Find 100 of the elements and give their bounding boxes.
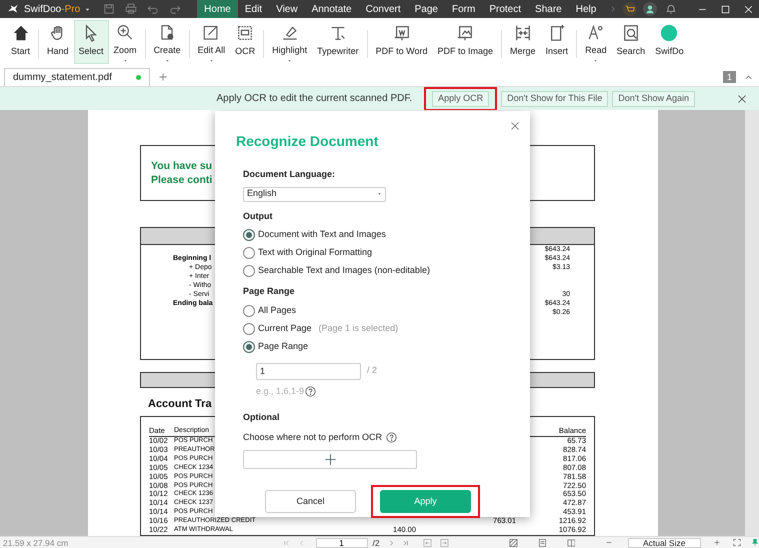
image-file-icon (456, 24, 474, 42)
option-label: Current Page (258, 322, 312, 335)
menu-tab[interactable]: Share (528, 0, 569, 18)
section-heading: Optional (243, 411, 280, 424)
ribbon-button[interactable]: Read (580, 20, 612, 64)
option-label: Text with Original Formatting (258, 246, 372, 260)
zoom-in-icon[interactable] (712, 538, 721, 547)
ribbon-button[interactable]: Hand (42, 20, 74, 64)
ribbon-button[interactable]: OCR (230, 20, 260, 64)
option-label: Searchable Text and Images (non-editable) (258, 264, 430, 278)
ribbon-button[interactable]: PDF to Image (432, 20, 498, 64)
menu-tab[interactable]: Annotate (304, 0, 359, 18)
radio-button[interactable] (243, 340, 255, 352)
ribbon-button[interactable]: Select (74, 20, 109, 64)
redo-icon[interactable] (169, 3, 182, 15)
page-total: / 2 (367, 364, 378, 378)
first-page-icon[interactable] (283, 538, 290, 546)
radio-button[interactable] (243, 265, 255, 277)
ribbon-button[interactable]: Insert (540, 20, 574, 64)
menu-tab[interactable]: Form (445, 0, 482, 18)
banner-button[interactable]: Apply OCR (432, 90, 490, 106)
dialog-title: Recognize Document (236, 132, 380, 151)
section-heading: Output (243, 210, 274, 223)
last-page-icon[interactable] (402, 538, 409, 546)
fit-screen-icon[interactable] (732, 538, 741, 547)
undo-icon[interactable] (147, 3, 160, 15)
help-icon[interactable] (386, 432, 398, 443)
document-tab[interactable]: dummy_statement.pdf (4, 68, 150, 86)
ribbon-button[interactable]: Edit All (192, 20, 230, 64)
plus-icon[interactable] (158, 72, 168, 82)
section-heading: Document Language: (243, 168, 336, 181)
page-size: 21.59 x 27.94 cm (3, 538, 68, 548)
cart-icon[interactable] (623, 2, 638, 16)
dialog-button[interactable]: Cancel (265, 490, 356, 513)
page-number-field[interactable]: 1 (316, 538, 368, 548)
text-tool-icon (328, 24, 347, 42)
banner-button[interactable]: Don't Show for This File (501, 90, 608, 106)
section-heading: Page Range (243, 285, 296, 298)
ribbon-button[interactable]: Merge (505, 20, 541, 64)
ocr-icon (236, 24, 254, 42)
forward-icon[interactable] (440, 538, 449, 548)
exclude-label: Choose where not to perform OCR (243, 430, 382, 444)
maximize-icon[interactable] (720, 4, 731, 14)
save-icon[interactable] (103, 3, 116, 15)
highlighter-icon (280, 24, 299, 41)
page-range-field[interactable]: 1 (256, 362, 361, 380)
banner-button[interactable]: Don't Show Again (612, 90, 695, 106)
radio-button[interactable] (243, 322, 255, 334)
pin-icon[interactable] (750, 538, 759, 547)
two-page-icon[interactable] (566, 538, 576, 548)
menu-tab[interactable]: Page (408, 0, 445, 18)
bell-icon[interactable] (665, 3, 678, 15)
close-icon[interactable] (737, 94, 747, 104)
zoom-dropdown[interactable]: Actual Size (628, 538, 701, 548)
plus-icon (324, 453, 336, 466)
ribbon-button[interactable]: Start (6, 20, 36, 64)
radio-button[interactable] (243, 229, 255, 241)
option-note: (Page 1 is selected) (318, 322, 398, 335)
edit-box-icon (202, 24, 220, 41)
notice-text: Please conti (151, 173, 212, 188)
range-hint: e.g., 1,6,1-9 (256, 384, 304, 398)
ribbon-button[interactable]: Highlight (267, 20, 312, 64)
next-page-icon[interactable] (388, 538, 395, 546)
option-label: Document with Text and Images (258, 228, 386, 242)
chevron-right-icon[interactable] (609, 4, 618, 14)
ribbon-button[interactable]: Search (612, 20, 650, 64)
ribbon-button[interactable]: Create (148, 20, 186, 64)
back-icon[interactable] (422, 538, 432, 548)
user-icon[interactable] (643, 2, 658, 16)
chevron-up-icon[interactable] (744, 73, 753, 82)
ribbon-button[interactable]: SwifDo (650, 20, 689, 64)
scrollbar[interactable] (745, 110, 759, 536)
previous-page-icon[interactable] (298, 538, 306, 546)
zoom-in-icon (116, 24, 134, 41)
close-icon[interactable] (510, 121, 520, 131)
radio-button[interactable] (243, 304, 255, 316)
home-icon (12, 24, 30, 42)
word-file-icon (392, 24, 411, 42)
help-icon[interactable] (305, 386, 316, 397)
option-label: Page Range (258, 340, 308, 353)
read-aloud-icon (586, 24, 605, 41)
print-icon[interactable] (125, 3, 138, 15)
app-name: SwifDoo-Pro (24, 2, 80, 16)
hatch-view-icon[interactable] (508, 538, 518, 548)
ribbon-button[interactable]: Zoom (108, 20, 142, 64)
menu-tab[interactable]: Edit (238, 0, 270, 18)
menu-tab[interactable]: Help (568, 0, 604, 18)
radio-button[interactable] (243, 247, 255, 259)
menu-tab[interactable]: View (269, 0, 305, 18)
ribbon-button[interactable]: PDF to Word (370, 20, 432, 64)
page-layout-icon[interactable] (538, 538, 547, 548)
merge-icon (514, 24, 532, 42)
ribbon-button[interactable]: Typewriter (312, 20, 364, 64)
menu-tab[interactable]: Protect (482, 0, 528, 18)
menu-tab[interactable]: Home (197, 0, 238, 18)
language-dropdown[interactable]: English (243, 186, 386, 202)
menu-tab[interactable]: Convert (358, 0, 408, 18)
page-total: /2 (372, 538, 380, 548)
search-icon (622, 24, 640, 42)
option-label: All Pages (258, 304, 296, 317)
